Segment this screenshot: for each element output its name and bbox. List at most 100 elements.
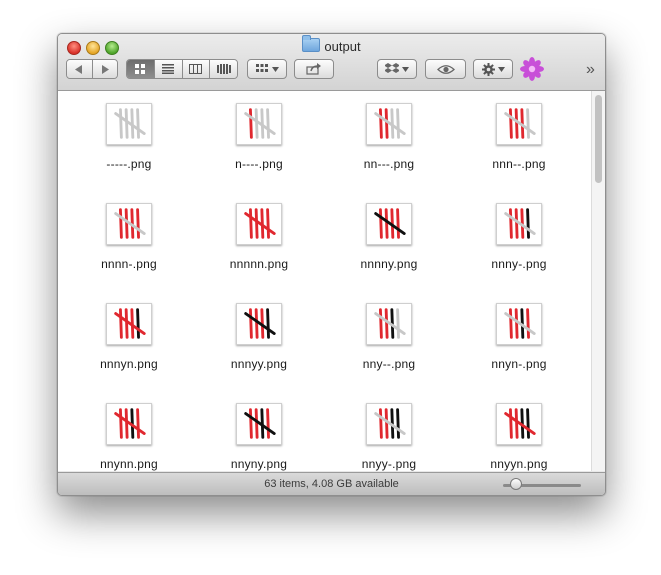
tally-stroke bbox=[249, 108, 253, 139]
tally-stroke bbox=[514, 308, 519, 339]
tally-stroke bbox=[378, 308, 383, 339]
icon-view-button[interactable] bbox=[127, 60, 155, 78]
quicklook-button[interactable] bbox=[425, 59, 466, 79]
forward-arrow-icon bbox=[101, 64, 109, 74]
file-item[interactable]: nnnyn.png bbox=[69, 303, 189, 371]
file-item[interactable]: nn---.png bbox=[329, 103, 449, 171]
file-name: nnny-.png bbox=[491, 257, 547, 271]
file-name: nnynn.png bbox=[100, 457, 158, 471]
folder-icon bbox=[302, 35, 321, 52]
window-title: output bbox=[58, 35, 605, 54]
file-item[interactable]: nnnn-.png bbox=[69, 203, 189, 271]
back-arrow-icon bbox=[75, 64, 83, 74]
toolbar-overflow-button[interactable]: » bbox=[586, 62, 595, 78]
scrollbar-thumb[interactable] bbox=[595, 95, 602, 183]
share-icon bbox=[306, 63, 321, 75]
tally-stroke bbox=[249, 208, 253, 239]
list-view-button[interactable] bbox=[154, 60, 183, 78]
file-item[interactable]: nnyy-.png bbox=[329, 403, 449, 471]
file-item[interactable]: nnn--.png bbox=[459, 103, 579, 171]
column-view-button[interactable] bbox=[182, 60, 211, 78]
action-button[interactable] bbox=[473, 59, 513, 79]
file-item[interactable]: -----.png bbox=[69, 103, 189, 171]
png-thumbnail-icon bbox=[366, 203, 412, 245]
file-name: -----.png bbox=[106, 157, 152, 171]
file-name: nnyy-.png bbox=[361, 457, 417, 471]
png-thumbnail-icon bbox=[366, 403, 412, 445]
png-thumbnail-icon bbox=[236, 103, 282, 145]
status-bar: 63 items, 4.08 GB available bbox=[58, 472, 605, 495]
vertical-scrollbar[interactable] bbox=[591, 91, 605, 471]
back-forward-control bbox=[66, 59, 118, 79]
tally-stroke bbox=[249, 308, 253, 339]
file-item[interactable]: nnyny.png bbox=[199, 403, 319, 471]
tally-stroke bbox=[396, 408, 400, 439]
tally-stroke bbox=[249, 408, 253, 439]
forward-button[interactable] bbox=[92, 60, 117, 78]
tally-stroke bbox=[508, 108, 513, 139]
tally-stroke bbox=[254, 108, 259, 139]
tally-stroke bbox=[526, 308, 530, 339]
tally-stroke bbox=[119, 408, 123, 439]
file-name: nnnyn.png bbox=[100, 357, 158, 371]
tally-stroke bbox=[119, 108, 123, 139]
tally-stroke bbox=[508, 408, 513, 439]
png-thumbnail-icon bbox=[106, 303, 152, 345]
file-item[interactable]: nnny-.png bbox=[459, 203, 579, 271]
file-name: nnn--.png bbox=[492, 157, 546, 171]
arrange-grid-icon bbox=[255, 64, 268, 72]
png-thumbnail-icon bbox=[106, 403, 152, 445]
file-item[interactable]: nnnnn.png bbox=[199, 203, 319, 271]
toolbar: output » bbox=[58, 34, 605, 91]
dropbox-button[interactable] bbox=[377, 59, 417, 79]
file-item[interactable]: nnyn-.png bbox=[459, 303, 579, 371]
file-name: nnnnn.png bbox=[229, 257, 289, 271]
column-view-icon bbox=[189, 64, 203, 74]
arrange-button[interactable] bbox=[247, 59, 287, 79]
view-mode-control bbox=[126, 59, 238, 79]
icon-size-slider-knob[interactable] bbox=[510, 478, 522, 490]
tally-stroke bbox=[514, 208, 519, 239]
tally-stroke bbox=[124, 308, 129, 339]
file-item[interactable]: nny--.png bbox=[329, 303, 449, 371]
tally-stroke bbox=[378, 408, 383, 439]
extension-button[interactable] bbox=[520, 57, 544, 81]
file-name: nnnyy.png bbox=[230, 357, 288, 371]
file-name: nn---.png bbox=[363, 157, 415, 171]
tally-stroke bbox=[378, 208, 383, 239]
file-name: n----.png bbox=[235, 157, 283, 171]
dropbox-icon bbox=[385, 63, 399, 73]
list-view-icon bbox=[162, 64, 175, 74]
file-item[interactable]: nnnyy.png bbox=[199, 303, 319, 371]
tally-stroke bbox=[136, 408, 140, 439]
tally-stroke bbox=[124, 208, 129, 239]
file-item[interactable]: nnnny.png bbox=[329, 203, 449, 271]
png-thumbnail-icon bbox=[236, 403, 282, 445]
coverflow-view-icon bbox=[216, 64, 231, 74]
file-name: nnyn-.png bbox=[491, 357, 547, 371]
file-item[interactable]: nnyyn.png bbox=[459, 403, 579, 471]
tally-stroke bbox=[124, 408, 129, 439]
png-thumbnail-icon bbox=[236, 203, 282, 245]
tally-stroke bbox=[514, 408, 519, 439]
tally-stroke bbox=[254, 208, 259, 239]
chevron-down-icon bbox=[402, 66, 409, 72]
file-icon-grid: -----.png n----.png nn---.png nnn--.png nnnn… bbox=[58, 91, 591, 471]
file-item[interactable]: nnynn.png bbox=[69, 403, 189, 471]
share-button[interactable] bbox=[294, 59, 334, 79]
coverflow-view-button[interactable] bbox=[210, 60, 237, 78]
tally-stroke bbox=[508, 208, 513, 239]
png-thumbnail-icon bbox=[496, 203, 542, 245]
tally-stroke bbox=[526, 408, 530, 439]
file-item[interactable]: n----.png bbox=[199, 103, 319, 171]
file-name: nny--.png bbox=[362, 357, 416, 371]
tally-stroke bbox=[514, 108, 519, 139]
window-title-text: output bbox=[324, 39, 361, 54]
chevron-down-icon bbox=[271, 66, 279, 72]
back-button[interactable] bbox=[67, 60, 93, 78]
png-thumbnail-icon bbox=[496, 303, 542, 345]
tally-stroke bbox=[254, 308, 259, 339]
file-name: nnnny.png bbox=[360, 257, 418, 271]
tally-stroke bbox=[119, 208, 123, 239]
tally-stroke bbox=[266, 208, 270, 239]
